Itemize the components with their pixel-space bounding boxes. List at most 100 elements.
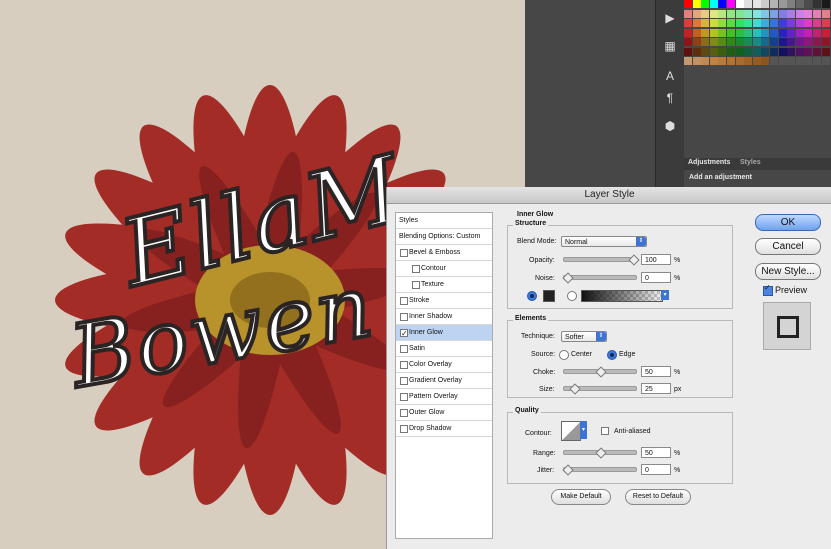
color-swatch[interactable] bbox=[684, 9, 692, 18]
color-swatch[interactable] bbox=[718, 19, 727, 27]
styles-list-item[interactable]: Contour bbox=[396, 261, 492, 277]
color-swatch[interactable] bbox=[787, 28, 796, 37]
style-checkbox[interactable] bbox=[400, 425, 408, 433]
opacity-field[interactable]: 100 bbox=[641, 254, 671, 265]
color-swatch[interactable] bbox=[804, 47, 813, 56]
color-swatch[interactable] bbox=[770, 38, 778, 46]
color-swatch[interactable] bbox=[692, 9, 701, 18]
source-edge-radio[interactable] bbox=[607, 350, 617, 360]
color-swatch[interactable] bbox=[787, 0, 796, 8]
color-swatch[interactable] bbox=[804, 19, 813, 27]
styles-list-item[interactable]: Pattern Overlay bbox=[396, 389, 492, 405]
color-swatch[interactable] bbox=[770, 9, 778, 18]
color-swatch[interactable] bbox=[787, 47, 796, 56]
color-swatch[interactable] bbox=[778, 28, 787, 37]
color-swatch[interactable] bbox=[770, 57, 778, 65]
color-swatch[interactable] bbox=[778, 57, 787, 65]
styles-list-item[interactable]: Satin bbox=[396, 341, 492, 357]
color-swatch[interactable] bbox=[761, 47, 770, 56]
style-checkbox[interactable] bbox=[400, 361, 408, 369]
style-checkbox[interactable] bbox=[412, 281, 420, 289]
color-swatch[interactable] bbox=[692, 47, 701, 56]
color-swatch[interactable] bbox=[761, 57, 770, 65]
color-swatch[interactable] bbox=[735, 38, 744, 46]
color-swatch[interactable] bbox=[813, 47, 821, 56]
blend-mode-select[interactable]: Normal ⇕ bbox=[561, 236, 647, 247]
style-checkbox[interactable] bbox=[400, 393, 408, 401]
color-swatch[interactable] bbox=[701, 0, 710, 8]
color-swatch[interactable] bbox=[718, 9, 727, 18]
color-swatch[interactable] bbox=[701, 38, 710, 46]
color-swatch[interactable] bbox=[813, 38, 821, 46]
gradient-picker[interactable] bbox=[581, 290, 663, 302]
3d-cube-icon[interactable]: ⬢ bbox=[662, 118, 678, 134]
styles-list-item[interactable]: Outer Glow bbox=[396, 405, 492, 421]
size-slider[interactable] bbox=[563, 383, 637, 395]
color-swatch[interactable] bbox=[752, 47, 761, 56]
color-swatch[interactable] bbox=[804, 38, 813, 46]
color-swatch[interactable] bbox=[709, 38, 718, 46]
color-swatch[interactable] bbox=[761, 0, 770, 8]
styles-list-item[interactable]: Inner Glow bbox=[396, 325, 492, 341]
style-checkbox[interactable] bbox=[400, 409, 408, 417]
technique-select[interactable]: Softer ⇕ bbox=[561, 331, 607, 342]
swatches-grid[interactable] bbox=[684, 0, 830, 66]
cancel-button[interactable]: Cancel bbox=[755, 238, 821, 255]
anti-aliased-checkbox[interactable] bbox=[601, 427, 609, 435]
styles-list-item[interactable]: Bevel & Emboss bbox=[396, 245, 492, 261]
color-swatch[interactable] bbox=[761, 28, 770, 37]
color-swatch[interactable] bbox=[727, 9, 735, 18]
color-swatch[interactable] bbox=[813, 0, 821, 8]
color-swatch[interactable] bbox=[718, 57, 727, 65]
color-swatch[interactable] bbox=[718, 47, 727, 56]
color-swatch[interactable] bbox=[744, 57, 753, 65]
noise-field[interactable]: 0 bbox=[641, 272, 671, 283]
contour-dropdown-icon[interactable]: ▾ bbox=[580, 421, 587, 439]
color-swatch[interactable] bbox=[718, 38, 727, 46]
color-swatch[interactable] bbox=[701, 19, 710, 27]
color-swatch[interactable] bbox=[684, 0, 692, 8]
color-swatch[interactable] bbox=[752, 28, 761, 37]
color-swatch[interactable] bbox=[718, 28, 727, 37]
color-swatch[interactable] bbox=[692, 28, 701, 37]
color-swatch[interactable] bbox=[744, 9, 753, 18]
preview-checkbox[interactable] bbox=[763, 283, 773, 296]
color-swatch[interactable] bbox=[692, 57, 701, 65]
color-swatch[interactable] bbox=[727, 38, 735, 46]
color-swatch[interactable] bbox=[727, 57, 735, 65]
color-swatch[interactable] bbox=[804, 0, 813, 8]
color-swatch[interactable] bbox=[735, 9, 744, 18]
noise-slider[interactable] bbox=[562, 272, 637, 284]
jitter-field[interactable]: 0 bbox=[641, 464, 671, 475]
color-swatch[interactable] bbox=[735, 0, 744, 8]
source-center-radio[interactable] bbox=[559, 350, 569, 360]
choke-field[interactable]: 50 bbox=[641, 366, 671, 377]
color-swatch[interactable] bbox=[735, 28, 744, 37]
color-swatch[interactable] bbox=[795, 9, 804, 18]
make-default-button[interactable]: Make Default bbox=[551, 489, 611, 505]
color-swatch[interactable] bbox=[770, 0, 778, 8]
color-swatch[interactable] bbox=[821, 9, 830, 18]
style-checkbox[interactable] bbox=[400, 345, 408, 353]
styles-list-item[interactable]: Inner Shadow bbox=[396, 309, 492, 325]
color-swatch[interactable] bbox=[787, 38, 796, 46]
ok-button[interactable]: OK bbox=[755, 214, 821, 231]
styles-list-item[interactable]: Stroke bbox=[396, 293, 492, 309]
color-swatch[interactable] bbox=[778, 38, 787, 46]
color-swatch[interactable] bbox=[727, 0, 735, 8]
color-swatch[interactable] bbox=[727, 47, 735, 56]
opacity-slider[interactable] bbox=[563, 254, 640, 266]
color-swatch[interactable] bbox=[770, 28, 778, 37]
color-swatch[interactable] bbox=[821, 38, 830, 46]
color-swatch[interactable] bbox=[752, 9, 761, 18]
size-field[interactable]: 25 bbox=[641, 383, 671, 394]
color-swatch[interactable] bbox=[795, 28, 804, 37]
color-swatch[interactable] bbox=[761, 38, 770, 46]
color-swatch[interactable] bbox=[821, 19, 830, 27]
color-swatch[interactable] bbox=[752, 38, 761, 46]
color-swatch[interactable] bbox=[709, 57, 718, 65]
play-icon[interactable]: ▶ bbox=[662, 10, 678, 26]
color-swatch[interactable] bbox=[770, 47, 778, 56]
color-swatch[interactable] bbox=[787, 19, 796, 27]
color-swatch[interactable] bbox=[795, 19, 804, 27]
